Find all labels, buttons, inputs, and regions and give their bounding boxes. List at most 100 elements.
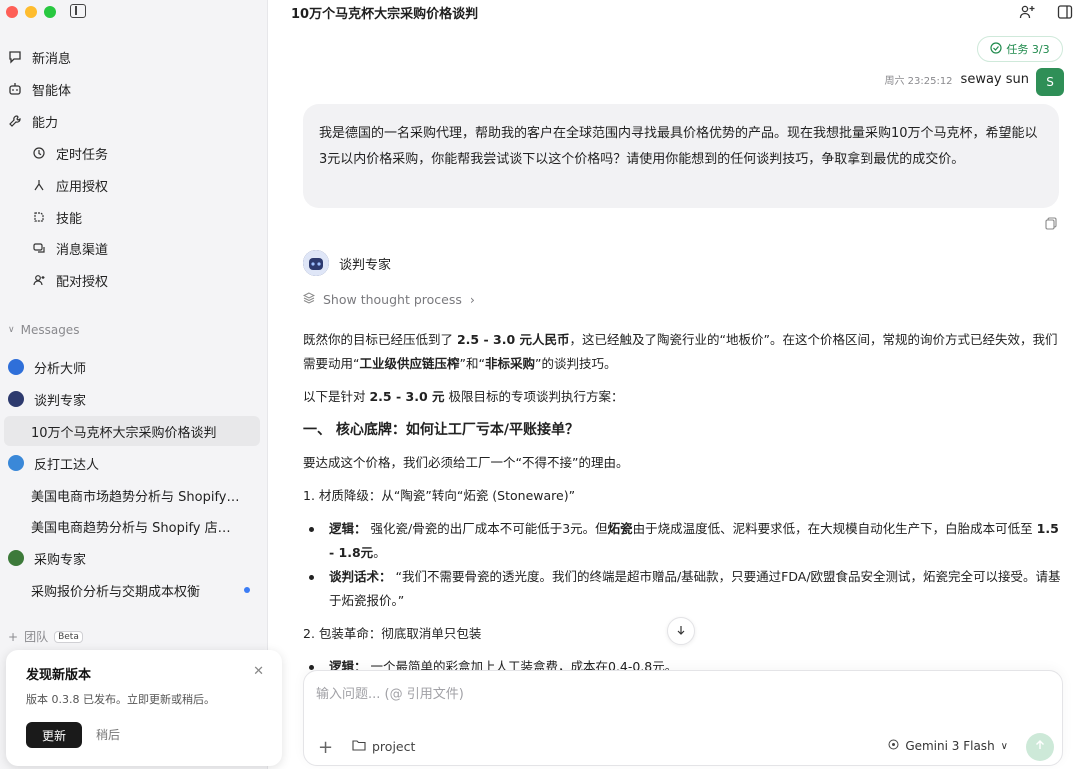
beta-badge: Beta (54, 630, 83, 643)
update-title: 发现新版本 (26, 668, 92, 683)
new-message-icon (6, 48, 24, 66)
user-message-text: 我是德国的一名采购代理，帮助我的客户在全球范围内寻找最具价格优势的产品。现在我想… (319, 126, 1038, 167)
update-button[interactable]: 更新 (26, 722, 82, 748)
chat-label: 采购报价分析与交期成本权衡 (31, 584, 201, 600)
send-button[interactable] (1026, 733, 1054, 761)
messages-label: Messages (20, 323, 80, 337)
message-timestamp: 周六 23:25:12 (884, 76, 953, 87)
avatar (8, 359, 24, 375)
maximize-window-button[interactable] (44, 6, 56, 18)
update-description: 版本 0.3.8 已发布。立即更新或稍后。 (26, 693, 215, 706)
nav-label: 配对授权 (56, 274, 109, 290)
plus-icon[interactable]: + (318, 737, 333, 758)
app-auth-icon (30, 176, 48, 194)
chat-label: 10万个马克杯大宗采购价格谈判 (31, 425, 217, 441)
chat-item-anti-work[interactable]: 反打工达人 (4, 448, 260, 478)
user-name: seway sun (960, 72, 1029, 87)
pairing-icon (30, 271, 48, 289)
avatar (303, 250, 329, 276)
channel-icon (30, 239, 48, 257)
wrench-icon (6, 112, 24, 130)
avatar (8, 550, 24, 566)
top-toolbar (1019, 4, 1073, 24)
project-label: project (372, 739, 416, 754)
nav-label: 技能 (56, 211, 83, 227)
clock-icon (30, 144, 48, 162)
response-heading: 一、 核心底牌：如何让工厂亏本/平账接单？ (303, 422, 579, 438)
message-input[interactable]: 输入问题... (@ 引用文件) (316, 683, 464, 702)
list-item: 谈判话术： “我们不需要骨瓷的透光度。我们的终端是超市赠品/基础款，只要通过FD… (303, 565, 1063, 613)
model-label: Gemini 3 Flash (905, 739, 995, 753)
team-section-header[interactable]: + 团队 Beta (8, 628, 83, 645)
chat-item-analysis-master[interactable]: 分析大师 (4, 352, 260, 382)
scroll-down-button[interactable] (667, 617, 695, 645)
model-icon (888, 739, 899, 753)
chat-main: 10万个马克杯大宗采购价格谈判 任务 3/3 周六 23:25:12 seway… (269, 0, 1079, 769)
bot-header: 谈判专家 (303, 250, 391, 276)
nav-label: 定时任务 (56, 147, 109, 163)
folder-icon (352, 739, 366, 754)
chat-label: 美国电商市场趋势分析与 Shopify ... (31, 489, 241, 505)
thought-label: Show thought process (323, 292, 462, 307)
nav-capabilities[interactable]: 能力 (0, 106, 268, 136)
nav-agents[interactable]: 智能体 (0, 74, 268, 104)
list-item: 逻辑： 强化瓷/骨瓷的出厂成本不可能低于3元。但炻瓷由于烧成温度低、泥料要求低，… (303, 517, 1063, 565)
add-user-icon[interactable] (1019, 4, 1035, 24)
nav-pairing-auth[interactable]: 配对授权 (0, 265, 268, 295)
response-subheading: 1. 材质降级：从“陶瓷”转向“炻瓷 (Stoneware)” (303, 488, 576, 503)
nav-message-channels[interactable]: 消息渠道 (0, 233, 268, 263)
project-selector[interactable]: project (352, 739, 415, 754)
chevron-down-icon: ∨ (8, 325, 15, 335)
check-circle-icon (990, 41, 1002, 57)
chevron-right-icon: › (469, 292, 475, 307)
update-notification: 发现新版本 版本 0.3.8 已发布。立即更新或稍后。 ✕ 更新 稍后 (6, 650, 282, 766)
chat-item-negotiation-expert[interactable]: 谈判专家 (4, 384, 260, 414)
chat-label: 采购专家 (34, 552, 87, 568)
nav-label: 应用授权 (56, 179, 109, 195)
nav-label: 能力 (32, 115, 59, 131)
chat-item-procurement-expert[interactable]: 采购专家 (4, 543, 260, 573)
response-paragraph: 要达成这个价格，我们必须给工厂一个“不得不接”的理由。 (303, 455, 629, 470)
show-thought-process-button[interactable]: Show thought process › (302, 292, 475, 307)
chat-item-quote-analysis[interactable]: 采购报价分析与交期成本权衡 (4, 575, 260, 605)
messages-section-header[interactable]: ∨ Messages (8, 323, 79, 337)
nav-label: 消息渠道 (56, 242, 109, 258)
window-controls (6, 6, 56, 18)
response-paragraph: 既然你的目标已经压低到了 2.5 - 3.0 元人民币，这已经触及了陶瓷行业的“… (303, 332, 1058, 371)
user-message-meta: 周六 23:25:12 seway sun (884, 72, 1029, 87)
avatar: S (1036, 68, 1064, 96)
chat-item-ecommerce-trend-2[interactable]: 美国电商趋势分析与 Shopify 店铺... (4, 511, 260, 541)
chat-label: 谈判专家 (34, 393, 87, 409)
chat-label: 美国电商趋势分析与 Shopify 店铺... (31, 520, 241, 536)
arrow-down-icon (676, 624, 686, 639)
nav-label: 新消息 (32, 51, 72, 67)
nav-scheduled-tasks[interactable]: 定时任务 (0, 138, 268, 168)
minimize-window-button[interactable] (25, 6, 37, 18)
page-title: 10万个马克杯大宗采购价格谈判 (291, 7, 479, 22)
chat-item-mug-negotiation[interactable]: 10万个马克杯大宗采购价格谈判 (4, 416, 260, 446)
chat-label: 分析大师 (34, 361, 87, 377)
bot-name: 谈判专家 (339, 257, 392, 273)
avatar (8, 455, 24, 471)
sidebar-toggle-icon[interactable] (70, 4, 86, 18)
close-icon[interactable]: ✕ (253, 664, 264, 679)
chevron-down-icon: ∨ (1000, 740, 1008, 752)
plus-icon: + (8, 629, 19, 644)
nav-app-auth[interactable]: 应用授权 (0, 170, 268, 200)
model-selector[interactable]: Gemini 3 Flash ∨ (888, 739, 1008, 753)
nav-skills[interactable]: 技能 (0, 202, 268, 232)
agent-icon (6, 80, 24, 98)
later-button[interactable]: 稍后 (96, 726, 120, 743)
nav-new-message[interactable]: 新消息 (0, 42, 268, 72)
arrow-up-icon (1034, 739, 1046, 755)
panel-toggle-icon[interactable] (1057, 4, 1073, 24)
chat-item-ecommerce-trend-1[interactable]: 美国电商市场趋势分析与 Shopify ... (4, 480, 260, 510)
copy-icon[interactable] (1045, 217, 1057, 234)
skill-icon (30, 208, 48, 226)
chat-label: 反打工达人 (34, 457, 100, 473)
task-badge[interactable]: 任务 3/3 (977, 36, 1063, 62)
task-badge-label: 任务 3/3 (1006, 43, 1050, 56)
user-message-bubble: 我是德国的一名采购代理，帮助我的客户在全球范围内寻找最具价格优势的产品。现在我想… (303, 104, 1059, 208)
avatar (8, 391, 24, 407)
close-window-button[interactable] (6, 6, 18, 18)
